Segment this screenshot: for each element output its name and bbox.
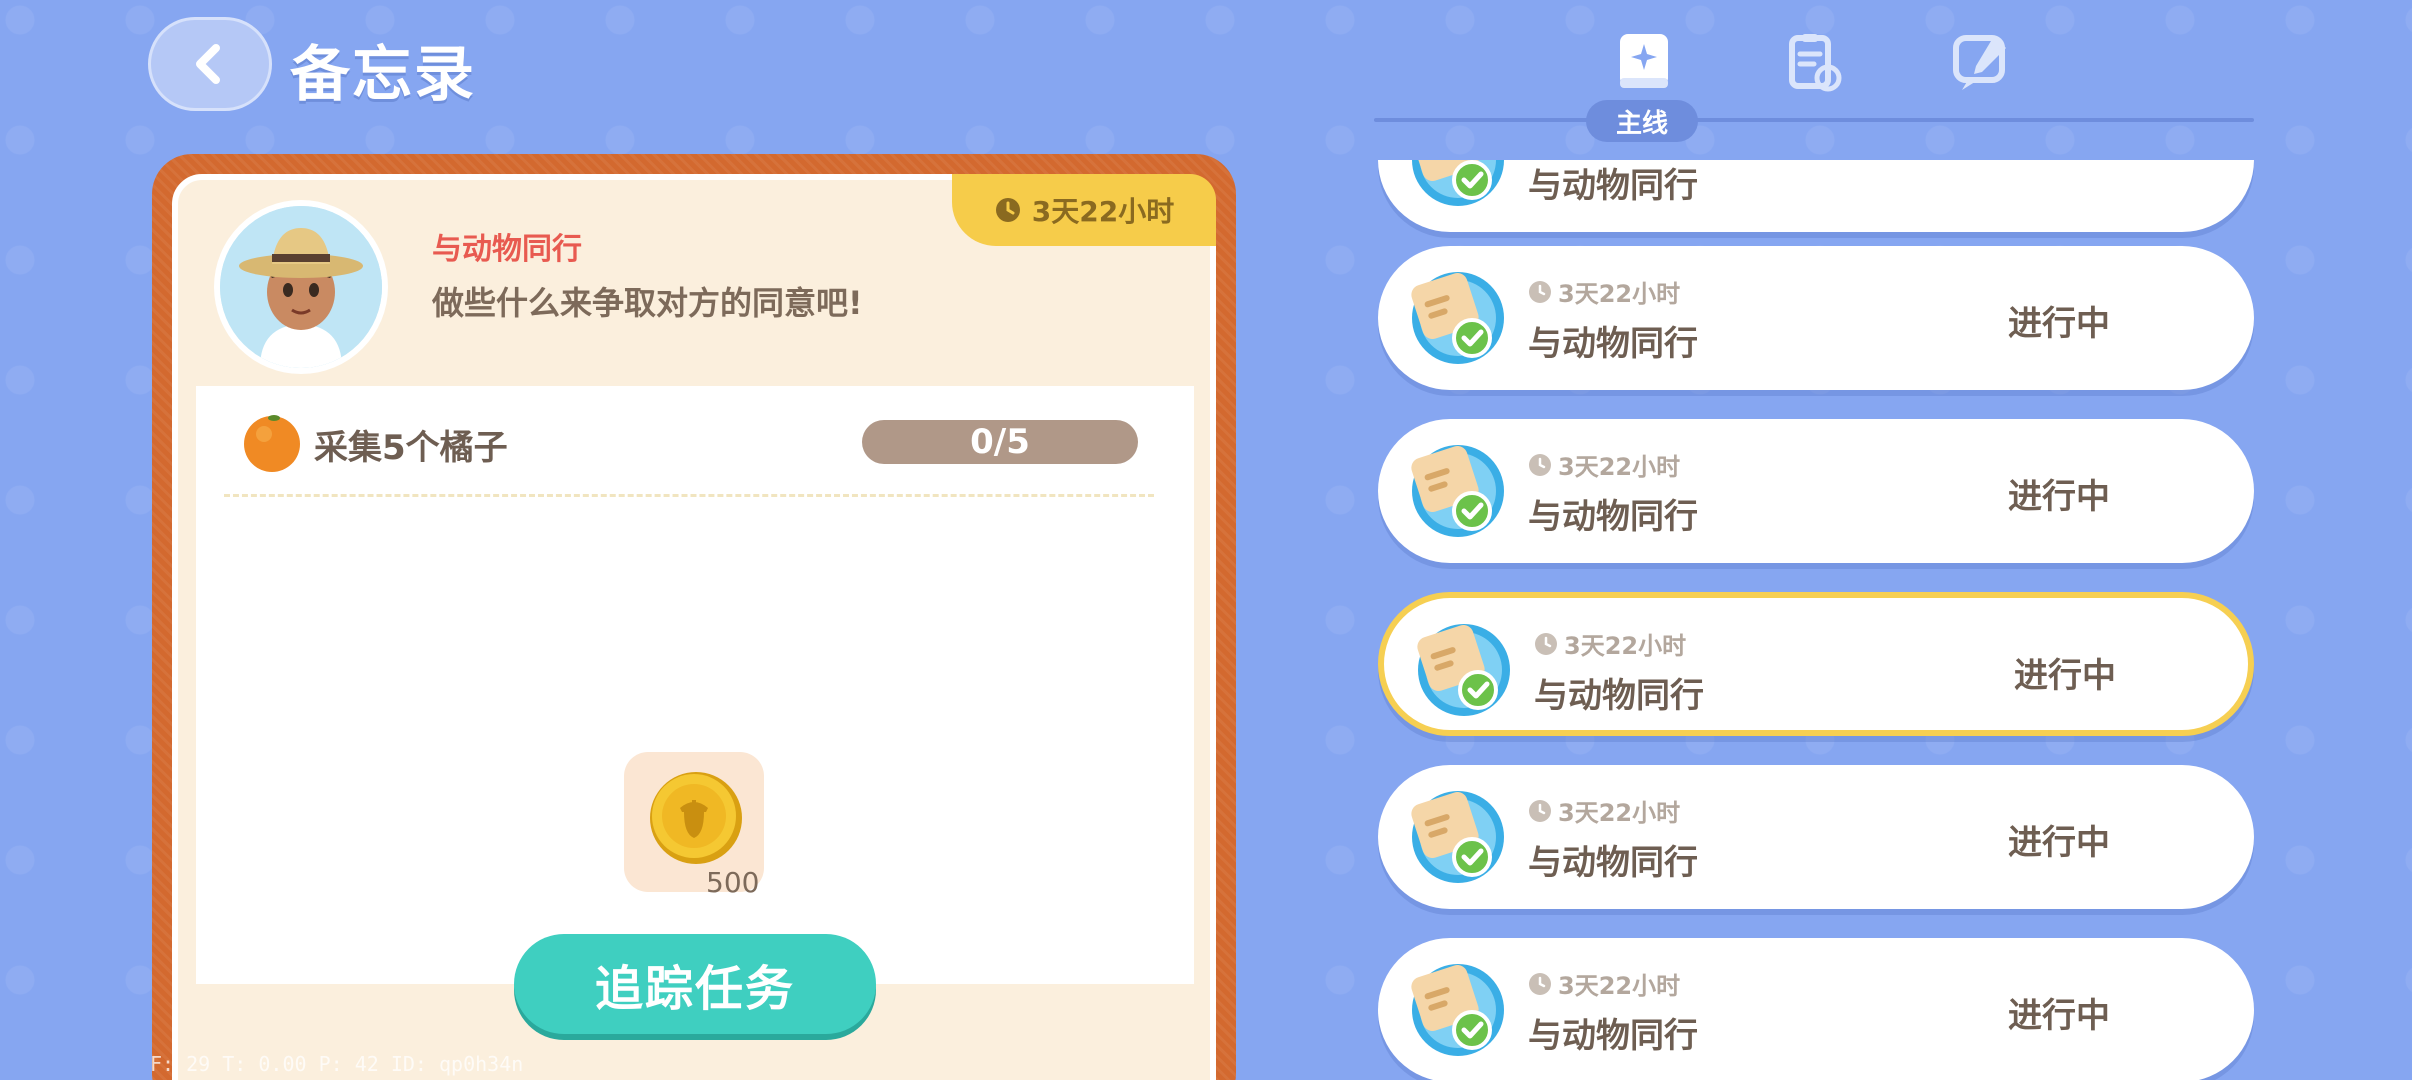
quest-list-time: 3天22小时 [1534, 626, 1686, 661]
quest-list-time: 3天22小时 [1528, 274, 1680, 309]
quest-scroll-icon [1406, 785, 1510, 889]
quest-list-item-selected[interactable]: 3天22小时 与动物同行 进行中 [1378, 592, 2254, 736]
quest-list-item[interactable]: 3天22小时 与动物同行 进行中 [1378, 246, 2254, 390]
quest-list-time: 3天22小时 [1528, 447, 1680, 482]
quest-list-time-text: 3天22小时 [1564, 632, 1687, 660]
quest-list-time: 3天22小时 [1528, 966, 1680, 1001]
quest-scroll-icon [1406, 266, 1510, 370]
quest-list-time-text: 3天22小时 [1558, 280, 1681, 308]
quest-list-status: 进行中 [2014, 656, 2116, 696]
quest-scroll-icon [1412, 618, 1516, 722]
quest-description: 做些什么来争取对方的同意吧! [432, 284, 863, 322]
reward-amount: 500 [706, 866, 760, 899]
quest-list-cards: 3天22小时 与动物同行 进行中 3天22小时 与动物同行 进行中 3天22小时… [1370, 0, 2270, 1080]
track-quest-button[interactable]: 追踪任务 [514, 934, 876, 1034]
quest-list-name: 与动物同行 [1528, 843, 1698, 883]
quest-list-name: 与动物同行 [1528, 324, 1698, 364]
task-divider [224, 494, 1154, 497]
quest-list-status: 进行中 [2008, 996, 2110, 1036]
clock-icon [1535, 632, 1557, 655]
clock-icon [1529, 453, 1551, 476]
quest-list-time: 3天22小时 [1528, 793, 1680, 828]
quest-list-item[interactable]: 3天22小时 与动物同行 进行中 [1378, 765, 2254, 909]
quest-name: 与动物同行 [432, 232, 582, 267]
orange-icon [244, 415, 300, 472]
back-arrow-icon [196, 44, 220, 84]
debug-overlay: F: 29 T: 0.00 P: 42 ID: qp0h34n [150, 1052, 524, 1076]
quest-list-name: 与动物同行 [1534, 676, 1704, 716]
quest-list-status: 进行中 [2008, 304, 2110, 344]
quest-list-time-text: 3天22小时 [1558, 453, 1681, 481]
clock-icon [1529, 799, 1551, 822]
quest-list-time-text: 3天22小时 [1558, 799, 1681, 827]
quest-list-name: 与动物同行 [1528, 1016, 1698, 1056]
remaining-time-text: 3天22小时 [1031, 195, 1175, 228]
quest-list-time-text: 3天22小时 [1558, 972, 1681, 1000]
remaining-time-tab: 3天22小时 [952, 174, 1216, 246]
task-progress: 0/5 [862, 420, 1138, 464]
clock-icon [1529, 972, 1551, 995]
quest-list-status: 进行中 [2008, 477, 2110, 517]
task-panel [196, 386, 1194, 984]
task-description: 采集5个橘子 [314, 428, 508, 468]
clock-icon [1529, 280, 1551, 303]
quest-list-item[interactable]: 3天22小时 与动物同行 进行中 [1378, 938, 2254, 1080]
quest-scroll-icon [1406, 958, 1510, 1062]
npc-avatar [214, 200, 388, 374]
page-title: 备忘录 [290, 40, 476, 110]
quest-list-status: 进行中 [2008, 823, 2110, 863]
clock-icon [995, 198, 1020, 222]
quest-list-name: 与动物同行 [1528, 497, 1698, 537]
quest-scroll-icon [1406, 439, 1510, 543]
npc-portrait-icon [220, 206, 382, 368]
quest-list-item[interactable]: 3天22小时 与动物同行 进行中 [1378, 419, 2254, 563]
back-button[interactable] [148, 17, 272, 111]
